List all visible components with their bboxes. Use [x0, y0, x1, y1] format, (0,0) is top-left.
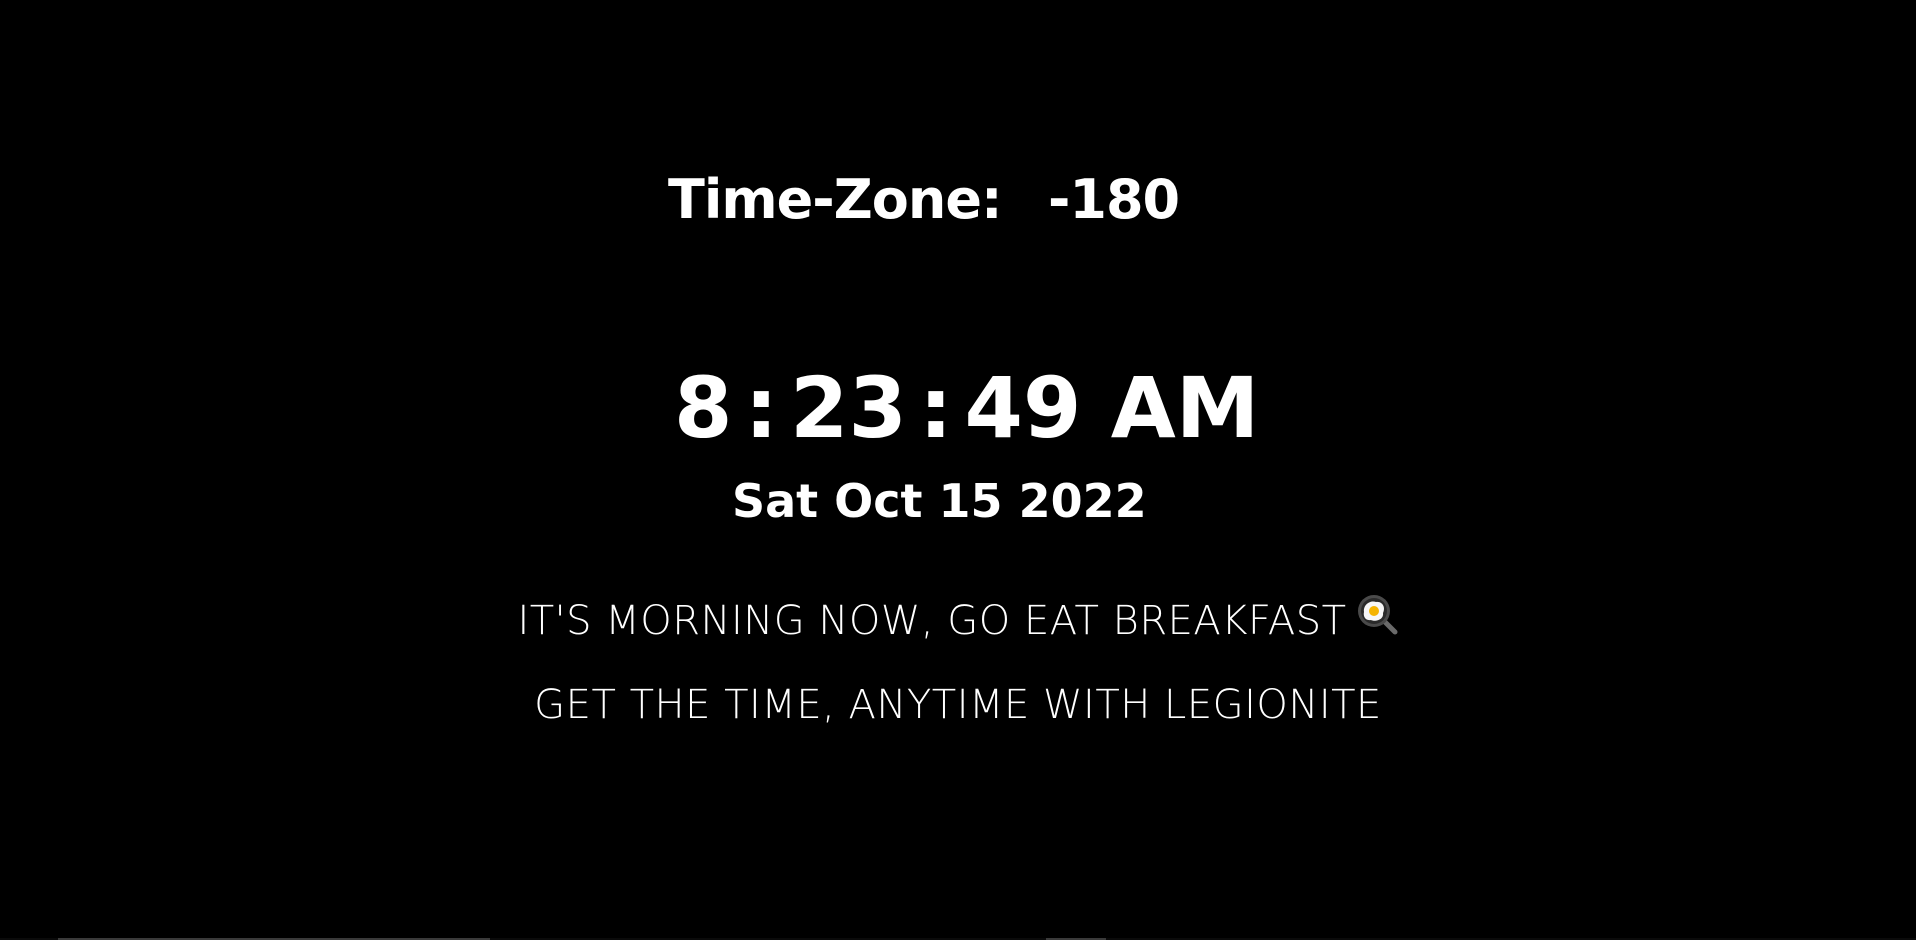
clock-page: Time-Zone: -180 8:23:49 AM Sat Oct 15 20…	[0, 0, 1916, 940]
greeting-text: IT'S MORNING NOW, GO EAT BREAKFAST	[517, 598, 1347, 644]
clock-minutes: 23	[790, 359, 907, 457]
greeting-message: IT'S MORNING NOW, GO EAT BREAKFAST	[0, 595, 1916, 650]
timezone-row: Time-Zone: -180	[0, 160, 1916, 240]
clock-separator: :	[744, 359, 779, 457]
digital-clock: 8:23:49 AM	[674, 360, 1259, 457]
current-date: Sat Oct 15 2022	[732, 474, 1147, 528]
clock-seconds: 49	[964, 359, 1082, 457]
tagline: GET THE TIME, ANYTIME WITH LEGIONITE	[534, 682, 1382, 728]
timezone-label: Time-Zone:	[668, 168, 1003, 231]
clock-separator: :	[918, 359, 953, 457]
clock-period: AM	[1110, 359, 1260, 457]
timezone-value: -180	[1048, 168, 1180, 231]
clock-hours: 8	[674, 359, 733, 457]
frying-pan-egg-icon	[1355, 592, 1399, 646]
